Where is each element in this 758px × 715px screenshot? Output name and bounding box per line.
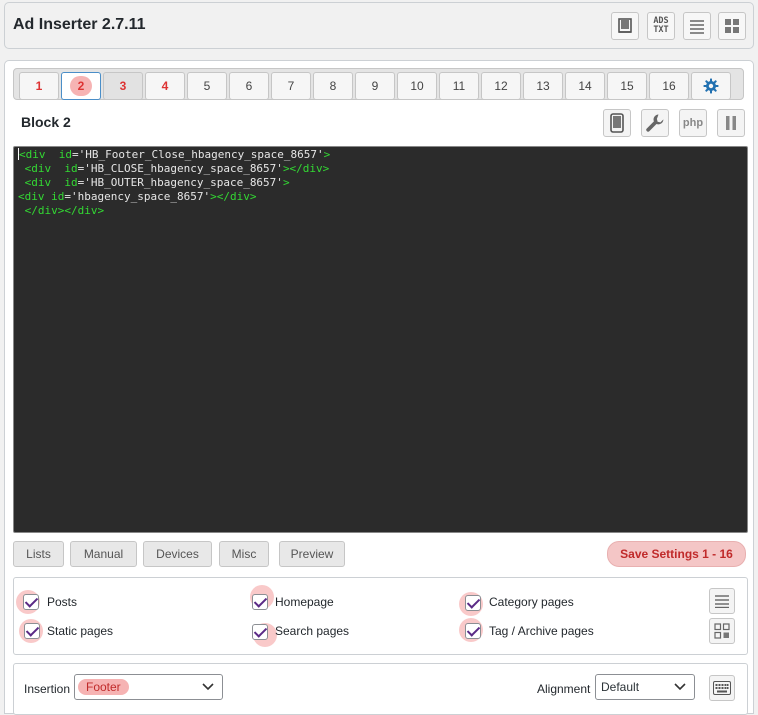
code-line: <div id='HB_Footer_Close_hbagency_space_… — [18, 148, 743, 162]
gear-icon — [703, 78, 719, 94]
pause-block-button[interactable] — [717, 109, 745, 137]
homepage-checkbox[interactable] — [252, 594, 268, 610]
code-line: <div id='HB_OUTER_hbagency_space_8657'> — [18, 176, 743, 190]
static-pages-label: Static pages — [47, 624, 114, 638]
search-pages-label: Search pages — [275, 624, 350, 638]
block-settings-panel: 1 2 3 4 5 6 7 8 9 10 11 12 13 14 15 16 B… — [4, 60, 754, 715]
tab-6[interactable]: 6 — [229, 72, 269, 100]
code-line: <div id='hbagency_space_8657'></div> — [18, 190, 743, 204]
misc-button[interactable]: Misc — [219, 541, 269, 567]
list-view-button[interactable] — [683, 12, 711, 40]
category-pages-label: Category pages — [489, 595, 574, 609]
keyboard-button[interactable] — [709, 675, 735, 701]
tab-9[interactable]: 9 — [355, 72, 395, 100]
code-token: <div — [19, 148, 46, 161]
block-tabs: 1 2 3 4 5 6 7 8 9 10 11 12 13 14 15 16 — [13, 68, 744, 100]
code-token: = — [72, 148, 79, 161]
tab-10[interactable]: 10 — [397, 72, 437, 100]
tag-archive-pages-checkbox[interactable] — [465, 623, 481, 639]
ads-txt-button[interactable]: ADS TXT — [647, 12, 675, 40]
page-types-section: Posts Homepage Category pages Static pag… — [13, 577, 748, 655]
php-icon: php — [682, 117, 704, 129]
alignment-select[interactable]: Default — [595, 674, 695, 700]
php-processing-button[interactable]: php — [679, 109, 707, 137]
block-title: Block 2 — [21, 114, 71, 130]
insertion-section: Insertion Footer Alignment Default — [13, 663, 748, 715]
code-token: <div — [18, 176, 52, 189]
tab-7[interactable]: 7 — [271, 72, 311, 100]
tab-8[interactable]: 8 — [313, 72, 353, 100]
list-icon — [690, 20, 704, 34]
category-pages-checkbox[interactable] — [465, 595, 481, 611]
insertion-select[interactable]: Footer — [74, 674, 223, 700]
tab-5[interactable]: 5 — [187, 72, 227, 100]
code-token: 'hbagency_space_8657' — [71, 190, 211, 203]
code-token: id — [51, 176, 78, 189]
code-token: <div — [18, 162, 52, 175]
code-line: <div id='HB_CLOSE_hbagency_space_8657'><… — [18, 162, 743, 176]
grid-view-button[interactable] — [718, 12, 746, 40]
tab-16[interactable]: 16 — [649, 72, 689, 100]
list-options-button[interactable] — [709, 588, 735, 614]
tab-13[interactable]: 13 — [523, 72, 563, 100]
ads-txt-icon: ADS TXT — [653, 16, 669, 35]
wrench-icon — [646, 114, 664, 132]
search-pages-checkbox[interactable] — [252, 624, 268, 640]
code-token: = — [64, 190, 71, 203]
qr-grid-icon — [714, 623, 730, 639]
device-visibility-button[interactable] — [603, 109, 631, 137]
pause-icon — [726, 116, 736, 130]
tablet-icon — [610, 113, 624, 133]
static-pages-checkbox[interactable] — [24, 623, 40, 639]
devices-button[interactable]: Devices — [143, 541, 212, 567]
grid-options-button[interactable] — [709, 618, 735, 644]
alignment-label: Alignment — [537, 682, 591, 696]
code-token: 'HB_CLOSE_hbagency_space_8657' — [84, 162, 283, 175]
tab-15[interactable]: 15 — [607, 72, 647, 100]
insertion-value: Footer — [78, 679, 129, 695]
tab-general-settings[interactable] — [691, 72, 731, 100]
book-icon — [618, 18, 632, 33]
tab-1[interactable]: 1 — [19, 72, 59, 100]
code-token: id — [44, 190, 65, 203]
posts-label: Posts — [47, 595, 78, 609]
code-token: > — [282, 176, 290, 189]
code-token: 'HB_Footer_Close_hbagency_space_8657' — [78, 148, 324, 161]
homepage-label: Homepage — [275, 595, 334, 609]
code-token: > — [323, 148, 331, 161]
tab-12[interactable]: 12 — [481, 72, 521, 100]
tab-3[interactable]: 3 — [103, 72, 143, 100]
tools-button[interactable] — [641, 109, 669, 137]
tab-2[interactable]: 2 — [61, 72, 101, 100]
list-icon — [715, 595, 729, 608]
keyboard-icon — [713, 681, 731, 695]
manual-button[interactable]: Manual — [70, 541, 137, 567]
code-line: </div></div> — [18, 204, 743, 218]
tag-archive-pages-label: Tag / Archive pages — [489, 624, 594, 638]
chevron-down-icon — [202, 683, 214, 691]
preview-button[interactable]: Preview — [279, 541, 345, 567]
code-token: </div></div> — [18, 204, 105, 217]
save-settings-button[interactable]: Save Settings 1 - 16 — [607, 541, 746, 567]
tab-14[interactable]: 14 — [565, 72, 605, 100]
code-token: ></div> — [282, 162, 330, 175]
tab-4[interactable]: 4 — [145, 72, 185, 100]
lists-button[interactable]: Lists — [13, 541, 64, 567]
code-token: id — [45, 148, 72, 161]
grid-icon — [725, 19, 739, 33]
app-title: Ad Inserter 2.7.11 — [13, 16, 146, 33]
documentation-button[interactable] — [611, 12, 639, 40]
chevron-down-icon — [674, 683, 686, 691]
tab-11[interactable]: 11 — [439, 72, 479, 100]
code-token: <div — [18, 190, 45, 203]
code-token: 'HB_OUTER_hbagency_space_8657' — [84, 176, 283, 189]
insertion-label: Insertion — [24, 682, 71, 696]
code-editor[interactable]: <div id='HB_Footer_Close_hbagency_space_… — [13, 146, 748, 533]
code-token: ></div> — [210, 190, 257, 203]
alignment-value: Default — [601, 680, 640, 694]
posts-checkbox[interactable] — [23, 594, 39, 610]
code-token: id — [51, 162, 78, 175]
plugin-header: Ad Inserter 2.7.11 ADS TXT — [4, 2, 754, 49]
